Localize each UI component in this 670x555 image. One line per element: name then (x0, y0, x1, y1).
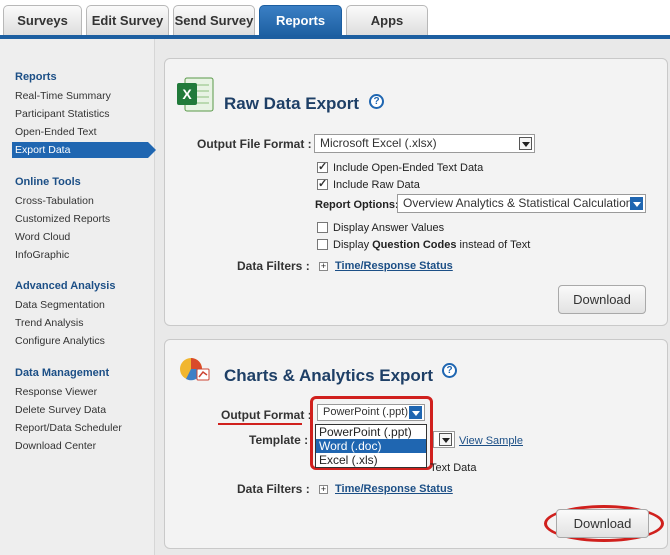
sidebar-item-report-data-scheduler[interactable]: Report/Data Scheduler (15, 422, 122, 434)
tab-apps[interactable]: Apps (346, 5, 428, 36)
raw-data-filters-label: Data Filters : (237, 259, 310, 273)
tab-reports[interactable]: Reports (259, 5, 342, 37)
include-raw-data-label: Include Raw Data (333, 179, 420, 191)
report-options-select[interactable]: Overview Analytics & Statistical Calcula… (397, 194, 646, 213)
sidebar-item-open-ended-text[interactable]: Open-Ended Text (15, 126, 97, 138)
expand-filters-icon[interactable]: + (319, 485, 328, 494)
raw-data-export-panel: X Raw Data Export ? Output File Format :… (164, 58, 668, 326)
output-file-format-value: Microsoft Excel (.xlsx) (320, 136, 437, 150)
chevron-down-icon (519, 137, 532, 150)
sidebar: Reports Real-Time Summary Participant St… (0, 39, 156, 555)
output-format-underline-annotation (218, 423, 302, 425)
include-open-ended-checkbox[interactable] (317, 160, 328, 173)
top-navigation: Surveys Edit Survey Send Survey Reports … (0, 0, 670, 39)
sidebar-item-trend-analysis[interactable]: Trend Analysis (15, 317, 83, 329)
template-label: Template : (249, 433, 309, 447)
raw-export-help-icon[interactable]: ? (369, 94, 384, 109)
sidebar-section-online-tools: Online Tools (15, 176, 81, 188)
sidebar-item-participant-statistics[interactable]: Participant Statistics (15, 108, 110, 120)
sidebar-item-customized-reports[interactable]: Customized Reports (15, 213, 110, 225)
output-format-value: PowerPoint (.ppt) (323, 406, 408, 418)
excel-icon: X (177, 77, 214, 112)
raw-time-response-status-link[interactable]: Time/Response Status (335, 260, 453, 272)
charts-download-button[interactable]: Download (556, 509, 649, 538)
template-select[interactable] (433, 431, 455, 448)
display-question-codes-checkbox[interactable] (317, 239, 328, 250)
sidebar-item-delete-survey-data[interactable]: Delete Survey Data (15, 404, 106, 416)
output-format-select[interactable]: PowerPoint (.ppt) (317, 404, 425, 421)
sidebar-item-response-viewer[interactable]: Response Viewer (15, 386, 97, 398)
sidebar-item-cross-tabulation[interactable]: Cross-Tabulation (15, 195, 94, 207)
sidebar-item-download-center[interactable]: Download Center (15, 440, 96, 452)
tab-edit-survey[interactable]: Edit Survey (86, 5, 169, 36)
expand-filters-icon[interactable]: + (319, 262, 328, 271)
chevron-down-icon (409, 406, 422, 419)
chevron-down-icon (630, 197, 643, 210)
chevron-down-icon (439, 433, 452, 446)
display-answer-values-checkbox[interactable] (317, 222, 328, 233)
question-codes-bold: Question Codes (372, 239, 457, 251)
sidebar-item-configure-analytics[interactable]: Configure Analytics (15, 335, 105, 347)
sidebar-section-advanced-analysis: Advanced Analysis (15, 280, 116, 292)
charts-export-help-icon[interactable]: ? (442, 363, 457, 378)
display-answer-values-label: Display Answer Values (333, 222, 445, 234)
tab-surveys[interactable]: Surveys (3, 5, 82, 36)
question-codes-post: instead of Text (456, 239, 531, 251)
raw-data-export-title: Raw Data Export (224, 94, 360, 113)
tab-send-survey[interactable]: Send Survey (173, 5, 255, 36)
include-open-ended-label: Include Open-Ended Text Data (333, 162, 484, 174)
output-format-dropdown-list: PowerPoint (.ppt) Word (.doc) Excel (.xl… (315, 424, 427, 468)
report-options-label: Report Options: (315, 199, 399, 211)
output-format-label: Output Format : (221, 408, 312, 422)
charts-data-filters-label: Data Filters : (237, 482, 310, 496)
output-file-format-select[interactable]: Microsoft Excel (.xlsx) (314, 134, 535, 153)
sidebar-item-infographic[interactable]: InfoGraphic (15, 249, 69, 261)
svg-text:X: X (182, 86, 192, 102)
charts-text-data-label: Text Data (430, 462, 477, 474)
view-sample-link[interactable]: View Sample (459, 435, 523, 447)
sidebar-item-real-time-summary[interactable]: Real-Time Summary (15, 90, 111, 102)
charts-time-response-status-link[interactable]: Time/Response Status (335, 483, 453, 495)
display-question-codes-label: Display Question Codes instead of Text (333, 239, 530, 251)
raw-download-button[interactable]: Download (558, 285, 646, 314)
dropdown-option-doc[interactable]: Word (.doc) (316, 439, 426, 453)
include-raw-data-checkbox[interactable] (317, 177, 328, 190)
charts-analytics-export-title: Charts & Analytics Export (224, 366, 434, 385)
output-file-format-label: Output File Format : (197, 137, 312, 151)
sidebar-item-word-cloud[interactable]: Word Cloud (15, 231, 70, 243)
question-codes-pre: Display (333, 239, 373, 251)
report-options-value: Overview Analytics & Statistical Calcula… (403, 196, 639, 210)
sidebar-section-reports: Reports (15, 71, 57, 83)
charts-analytics-export-panel: Charts & Analytics Export ? Output Forma… (164, 339, 668, 549)
sidebar-section-data-management: Data Management (15, 367, 110, 379)
sidebar-item-export-data[interactable]: Export Data (12, 142, 156, 158)
dropdown-option-ppt[interactable]: PowerPoint (.ppt) (316, 425, 426, 439)
chart-icon (180, 358, 210, 381)
sidebar-item-data-segmentation[interactable]: Data Segmentation (15, 299, 105, 311)
dropdown-option-xls[interactable]: Excel (.xls) (316, 453, 426, 467)
